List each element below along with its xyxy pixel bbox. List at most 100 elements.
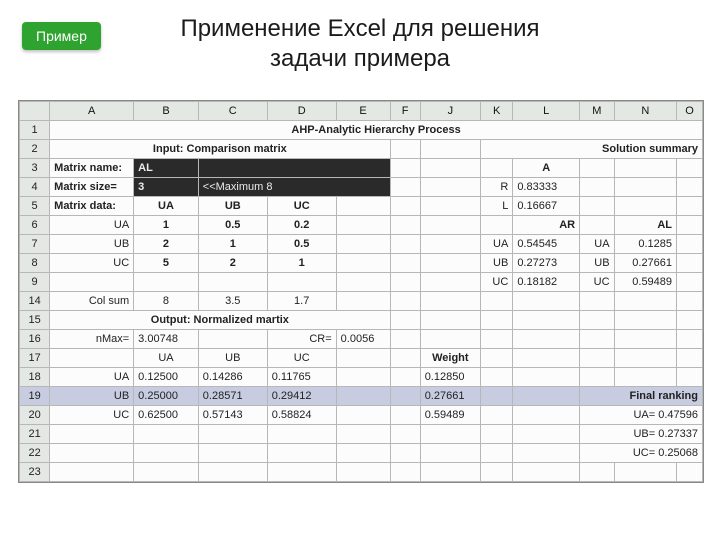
- cell-F9[interactable]: [390, 273, 420, 292]
- cell-E14[interactable]: [336, 292, 390, 311]
- rowhdr-17[interactable]: 17: [20, 349, 50, 368]
- cell-K22[interactable]: [481, 444, 513, 463]
- col-M[interactable]: M: [580, 102, 614, 121]
- cell-N21[interactable]: UB= 0.27337: [580, 425, 703, 444]
- cell-L3[interactable]: A: [513, 159, 580, 178]
- cell-D18[interactable]: 0.11765: [267, 368, 336, 387]
- cell-J4[interactable]: [420, 178, 480, 197]
- rowhdr-6[interactable]: 6: [20, 216, 50, 235]
- cell-D20[interactable]: 0.58824: [267, 406, 336, 425]
- cell-N23[interactable]: [614, 463, 676, 482]
- cell-M7[interactable]: UA: [580, 235, 614, 254]
- cell-C20[interactable]: 0.57143: [198, 406, 267, 425]
- cell-C23[interactable]: [198, 463, 267, 482]
- cell-J6[interactable]: [420, 216, 480, 235]
- cell-K16[interactable]: [481, 330, 513, 349]
- cell-input-header[interactable]: Input: Comparison matrix: [50, 140, 390, 159]
- cell-F22[interactable]: [390, 444, 420, 463]
- cell-N16[interactable]: [614, 330, 676, 349]
- cell-B4[interactable]: 3: [134, 178, 199, 197]
- cell-O14[interactable]: [677, 292, 703, 311]
- cell-L6[interactable]: AR: [513, 216, 580, 235]
- cell-E5[interactable]: [336, 197, 390, 216]
- spreadsheet-grid[interactable]: A B C D E F J K L M N O 1 AHP-Analytic H…: [19, 101, 703, 482]
- cell-F7[interactable]: [390, 235, 420, 254]
- cell-E16[interactable]: 0.0056: [336, 330, 390, 349]
- rowhdr-7[interactable]: 7: [20, 235, 50, 254]
- cell-B23[interactable]: [134, 463, 199, 482]
- cell-E19[interactable]: [336, 387, 390, 406]
- cell-L23[interactable]: [513, 463, 580, 482]
- rowhdr-21[interactable]: 21: [20, 425, 50, 444]
- cell-B6[interactable]: 1: [134, 216, 199, 235]
- cell-A6[interactable]: UA: [50, 216, 134, 235]
- cell-C14[interactable]: 3.5: [198, 292, 267, 311]
- cell-D19[interactable]: 0.29412: [267, 387, 336, 406]
- col-J[interactable]: J: [420, 102, 480, 121]
- cell-B20[interactable]: 0.62500: [134, 406, 199, 425]
- cell-C5[interactable]: UB: [198, 197, 267, 216]
- col-L[interactable]: L: [513, 102, 580, 121]
- cell-J2[interactable]: [420, 140, 480, 159]
- cell-A18[interactable]: UA: [50, 368, 134, 387]
- cell-E8[interactable]: [336, 254, 390, 273]
- cell-N8[interactable]: 0.27661: [614, 254, 676, 273]
- cell-A17[interactable]: [50, 349, 134, 368]
- cell-K19[interactable]: [481, 387, 513, 406]
- cell-M18[interactable]: [580, 368, 614, 387]
- rowhdr-9[interactable]: 9: [20, 273, 50, 292]
- cell-C21[interactable]: [198, 425, 267, 444]
- cell-N17[interactable]: [614, 349, 676, 368]
- cell-F18[interactable]: [390, 368, 420, 387]
- cell-K7[interactable]: UA: [481, 235, 513, 254]
- cell-M8[interactable]: UB: [580, 254, 614, 273]
- cell-E9[interactable]: [336, 273, 390, 292]
- cell-D14[interactable]: 1.7: [267, 292, 336, 311]
- cell-K18[interactable]: [481, 368, 513, 387]
- rowhdr-16[interactable]: 16: [20, 330, 50, 349]
- cell-B19[interactable]: 0.25000: [134, 387, 199, 406]
- cell-C16[interactable]: [198, 330, 267, 349]
- cell-A16[interactable]: nMax=: [50, 330, 134, 349]
- cell-A9[interactable]: [50, 273, 134, 292]
- cell-A20[interactable]: UC: [50, 406, 134, 425]
- cell-F5[interactable]: [390, 197, 420, 216]
- cell-output-header[interactable]: Output: Normalized martix: [50, 311, 390, 330]
- cell-L15[interactable]: [513, 311, 580, 330]
- cell-E21[interactable]: [336, 425, 390, 444]
- cell-L17[interactable]: [513, 349, 580, 368]
- cell-O6[interactable]: [677, 216, 703, 235]
- cell-J22[interactable]: [420, 444, 480, 463]
- rowhdr-14[interactable]: 14: [20, 292, 50, 311]
- cell-O9[interactable]: [677, 273, 703, 292]
- rowhdr-19[interactable]: 19: [20, 387, 50, 406]
- cell-M6[interactable]: [580, 216, 614, 235]
- rowhdr-15[interactable]: 15: [20, 311, 50, 330]
- cell-O18[interactable]: [677, 368, 703, 387]
- cell-D5[interactable]: UC: [267, 197, 336, 216]
- cell-C18[interactable]: 0.14286: [198, 368, 267, 387]
- cell-J17[interactable]: Weight: [420, 349, 480, 368]
- cell-C3E3[interactable]: [198, 159, 390, 178]
- cell-C7[interactable]: 1: [198, 235, 267, 254]
- cell-C17[interactable]: UB: [198, 349, 267, 368]
- corner-cell[interactable]: [20, 102, 50, 121]
- cell-M9[interactable]: UC: [580, 273, 614, 292]
- cell-J20[interactable]: 0.59489: [420, 406, 480, 425]
- cell-L22[interactable]: [513, 444, 580, 463]
- cell-E20[interactable]: [336, 406, 390, 425]
- cell-F19[interactable]: [390, 387, 420, 406]
- cell-C8[interactable]: 2: [198, 254, 267, 273]
- cell-D6[interactable]: 0.2: [267, 216, 336, 235]
- cell-N9[interactable]: 0.59489: [614, 273, 676, 292]
- cell-K5[interactable]: L: [481, 197, 513, 216]
- cell-N22[interactable]: UC= 0.25068: [580, 444, 703, 463]
- cell-D8[interactable]: 1: [267, 254, 336, 273]
- cell-M14[interactable]: [580, 292, 614, 311]
- cell-J18[interactable]: 0.12850: [420, 368, 480, 387]
- cell-C22[interactable]: [198, 444, 267, 463]
- col-O[interactable]: O: [677, 102, 703, 121]
- cell-O3[interactable]: [677, 159, 703, 178]
- cell-J5[interactable]: [420, 197, 480, 216]
- cell-N14[interactable]: [614, 292, 676, 311]
